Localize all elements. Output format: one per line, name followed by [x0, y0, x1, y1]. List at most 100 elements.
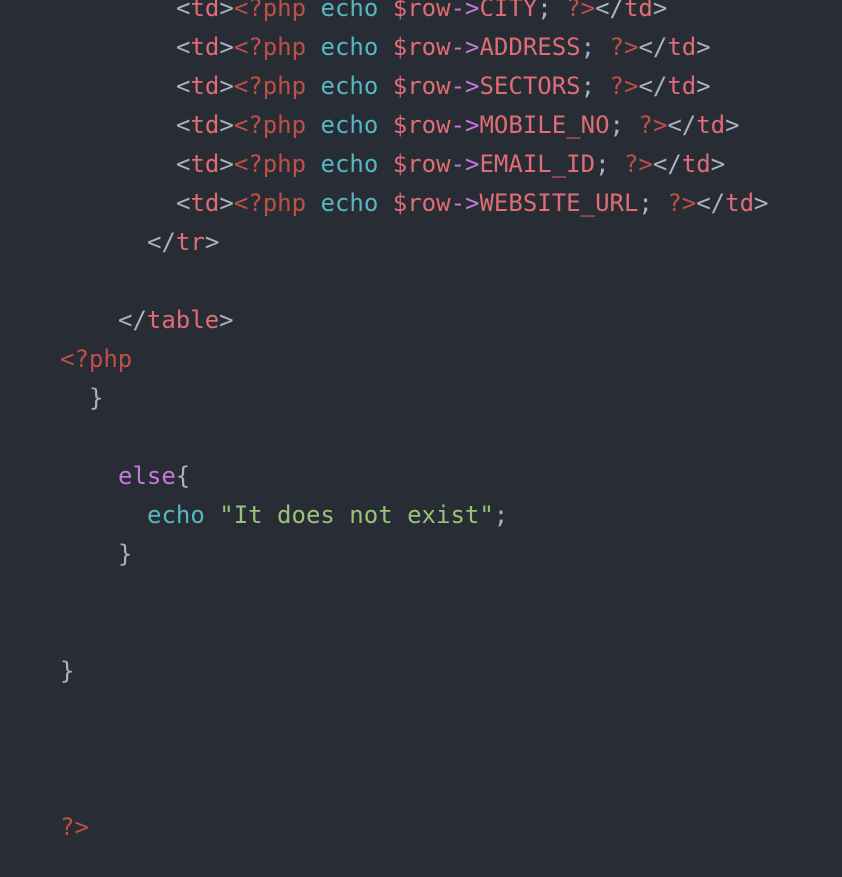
code-token: ;: [493, 501, 509, 529]
code-token: td: [190, 150, 220, 178]
code-token: <: [176, 72, 191, 100]
code-token: ;: [580, 72, 610, 100]
code-token: echo: [320, 150, 379, 178]
code-token: ?>: [609, 72, 639, 100]
code-line: else{: [60, 457, 190, 496]
code-token: >: [204, 228, 220, 256]
code-token: <: [176, 111, 191, 139]
code-line: }: [60, 535, 132, 574]
code-token: ->: [450, 72, 480, 100]
code-token: >: [652, 0, 668, 22]
code-token: <: [176, 189, 191, 217]
code-token: <?php: [233, 150, 307, 178]
code-token: td: [623, 0, 653, 22]
code-line: <td><?php echo $row->CITY; ?></td>: [60, 0, 667, 28]
code-token: }: [118, 540, 133, 568]
code-token: td: [667, 72, 697, 100]
code-token: table: [146, 306, 220, 334]
code-line: }: [60, 652, 74, 691]
code-token: td: [190, 0, 220, 22]
code-token: >: [219, 306, 234, 334]
code-token: >: [725, 111, 740, 139]
code-line: <td><?php echo $row->MOBILE_NO; ?></td>: [60, 106, 740, 145]
code-token: td: [190, 33, 220, 61]
code-line: <td><?php echo $row->SECTORS; ?></td>: [60, 67, 711, 106]
code-token: td: [696, 111, 726, 139]
code-line: <td><?php echo $row->EMAIL_ID; ?></td>: [60, 145, 725, 184]
code-token: >: [219, 111, 234, 139]
code-token: </: [147, 228, 176, 256]
code-token: $row: [392, 150, 451, 178]
code-token: }: [60, 657, 75, 685]
code-line: <td><?php echo $row->ADDRESS; ?></td>: [60, 28, 711, 67]
code-token: </: [652, 150, 682, 178]
code-token: else: [118, 462, 176, 490]
code-line: <?php: [60, 340, 132, 379]
code-token: ?>: [623, 150, 653, 178]
code-line: </table>: [60, 301, 234, 340]
code-token: tr: [175, 228, 205, 256]
code-token: "It does not exist": [219, 501, 494, 529]
code-token: echo: [320, 0, 379, 22]
code-token: $row: [392, 189, 451, 217]
code-token: <: [176, 33, 191, 61]
code-token: <?php: [233, 189, 307, 217]
code-token: <: [176, 150, 191, 178]
code-token: >: [219, 189, 234, 217]
code-token: ?>: [566, 0, 596, 22]
code-token: >: [219, 72, 234, 100]
code-token: ;: [595, 150, 624, 178]
code-token: $row: [392, 72, 451, 100]
code-token: EMAIL_ID: [479, 150, 596, 178]
code-token: echo: [320, 189, 379, 217]
code-token: ;: [537, 0, 567, 22]
code-token: >: [696, 72, 711, 100]
code-token: <?php: [233, 111, 307, 139]
code-token: td: [190, 111, 220, 139]
code-token: ;: [580, 33, 610, 61]
code-token: </: [595, 0, 624, 22]
code-token: ;: [638, 189, 668, 217]
code-token: >: [219, 0, 234, 22]
code-token: td: [725, 189, 755, 217]
code-token: ADDRESS: [479, 33, 581, 61]
code-token: ->: [450, 111, 480, 139]
code-token: </: [667, 111, 697, 139]
code-token: ->: [450, 150, 480, 178]
code-token: MOBILE_NO: [479, 111, 610, 139]
code-token: {: [175, 462, 191, 490]
code-token: <?php: [233, 0, 307, 22]
code-token: </: [696, 189, 726, 217]
code-token: >: [219, 33, 234, 61]
code-token: </: [118, 306, 147, 334]
code-token: <?php: [60, 345, 133, 373]
code-token: >: [710, 150, 726, 178]
code-token: CITY: [479, 0, 538, 22]
code-editor[interactable]: <td><?php echo $row->CITY; ?></td> <td><?…: [0, 0, 842, 877]
code-token: ->: [450, 33, 480, 61]
code-token: td: [681, 150, 711, 178]
code-token: ?>: [609, 33, 639, 61]
code-token: }: [89, 384, 104, 412]
code-line: echo "It does not exist";: [60, 496, 508, 535]
code-line: ?>: [60, 808, 89, 847]
code-token: <: [176, 0, 191, 22]
code-token: </: [638, 72, 668, 100]
code-line: <td><?php echo $row->WEBSITE_URL; ?></td…: [60, 184, 769, 223]
code-token: ->: [450, 0, 480, 22]
code-token: <?php: [233, 72, 307, 100]
code-token: ->: [450, 189, 480, 217]
